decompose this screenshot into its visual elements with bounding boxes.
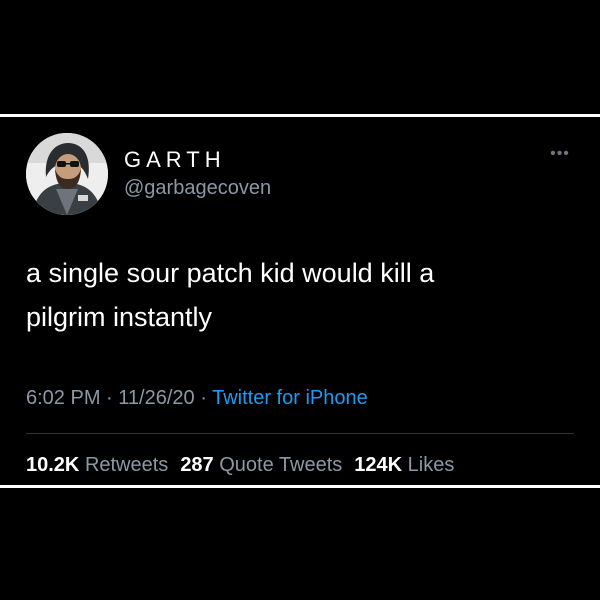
avatar-photo bbox=[26, 133, 108, 215]
likes-label: Likes bbox=[407, 454, 455, 476]
frame-bottom-rule bbox=[0, 485, 600, 488]
tweet-text-line-2: pilgrim instantly bbox=[26, 302, 213, 332]
quote-tweets-count: 287 bbox=[180, 454, 214, 476]
likes-count: 124K bbox=[354, 454, 403, 476]
tweet-date[interactable]: 11/26/20 bbox=[118, 387, 194, 409]
author-handle[interactable]: @garbagecoven bbox=[124, 177, 271, 200]
likes-stat[interactable]: 124K Likes bbox=[354, 454, 454, 476]
meta-separator: · bbox=[200, 387, 207, 409]
tweet-metadata: 6:02 PM · 11/26/20 · Twitter for iPhone bbox=[26, 387, 368, 410]
retweets-label: Retweets bbox=[84, 454, 169, 476]
quote-tweets-label: Quote Tweets bbox=[219, 454, 343, 476]
screenshot-frame: GARTH @garbagecoven ••• a single sour pa… bbox=[0, 0, 600, 600]
author-name[interactable]: GARTH bbox=[124, 147, 226, 173]
stats-divider bbox=[26, 433, 574, 434]
tweet-text: a single sour patch kid would kill a pil… bbox=[26, 251, 566, 339]
retweets-stat[interactable]: 10.2K Retweets bbox=[26, 454, 168, 476]
tweet-card: GARTH @garbagecoven ••• a single sour pa… bbox=[0, 117, 600, 485]
tweet-stats: 10.2K Retweets 287 Quote Tweets 124K Likes bbox=[26, 454, 454, 477]
quote-tweets-stat[interactable]: 287 Quote Tweets bbox=[180, 454, 342, 476]
tweet-text-line-1: a single sour patch kid would kill a bbox=[26, 258, 435, 288]
meta-separator: · bbox=[106, 387, 113, 409]
more-dots-icon[interactable]: ••• bbox=[546, 146, 574, 162]
avatar[interactable] bbox=[26, 133, 108, 215]
tweet-time[interactable]: 6:02 PM bbox=[26, 387, 100, 409]
retweets-count: 10.2K bbox=[26, 454, 80, 476]
tweet-source-link[interactable]: Twitter for iPhone bbox=[212, 387, 368, 409]
